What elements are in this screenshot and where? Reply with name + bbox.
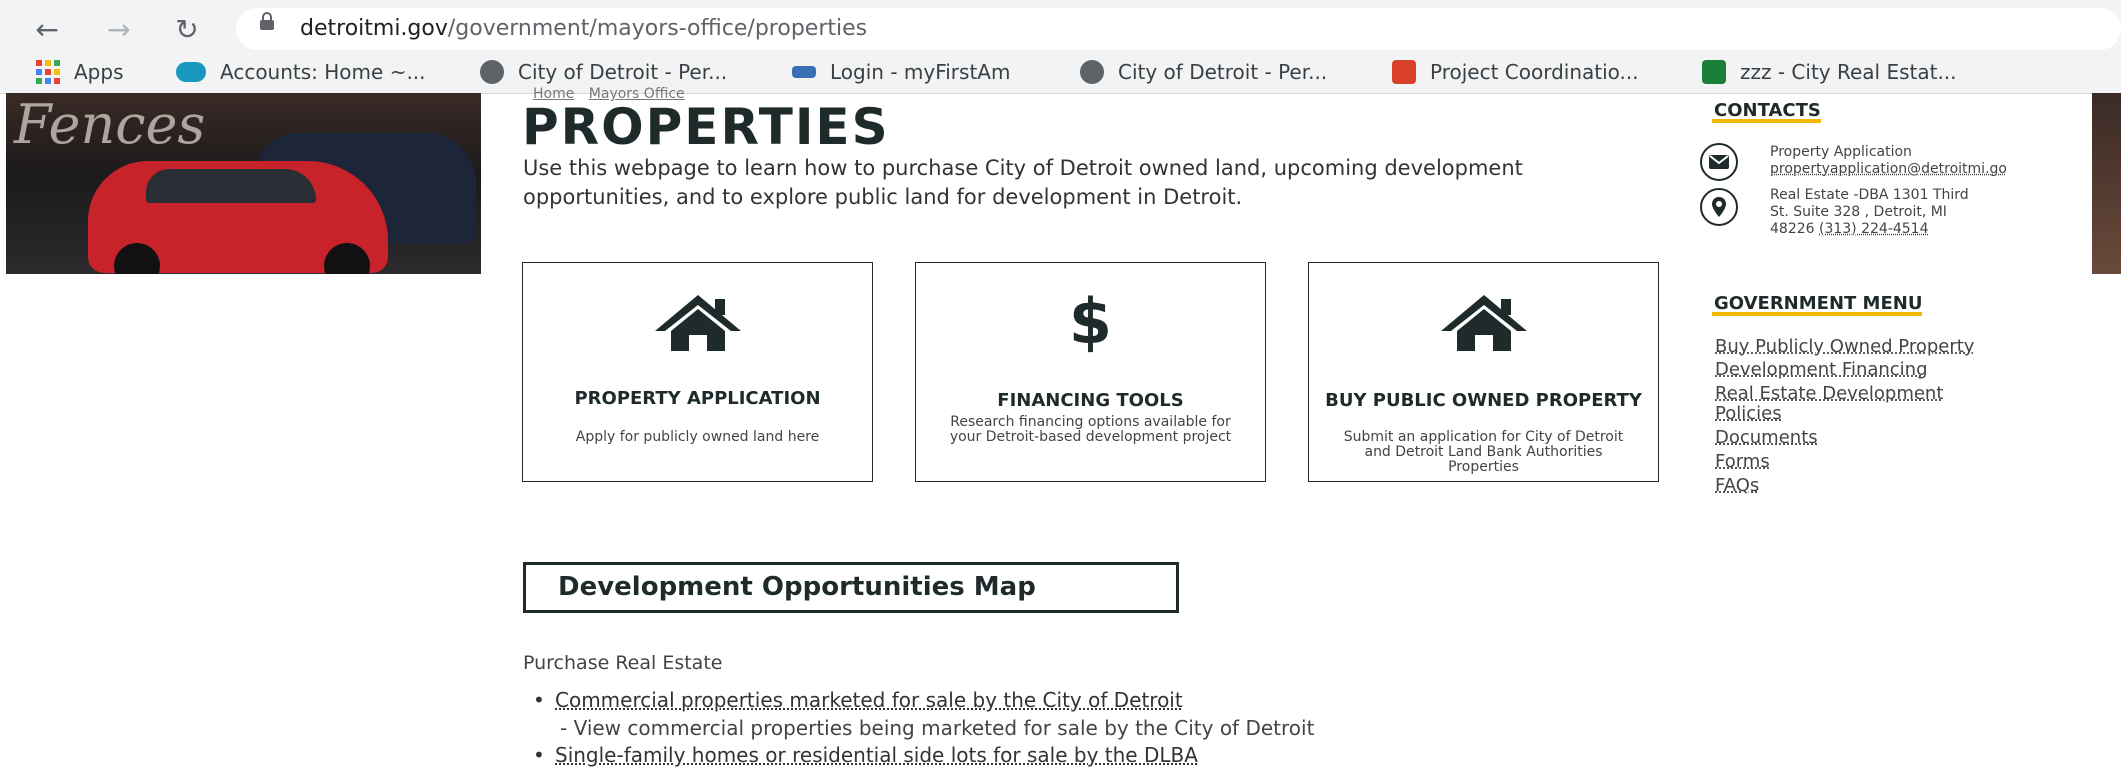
forward-arrow-icon[interactable]: → — [102, 12, 136, 46]
dollar-icon: $ — [1068, 285, 1113, 358]
apps-grid-icon — [36, 60, 60, 84]
bookmark-project-coordination[interactable]: Project Coordinatio... — [1392, 58, 1639, 86]
page-title: PROPERTIES — [522, 98, 890, 156]
card-description: Submit an application for City of Detroi… — [1343, 429, 1624, 475]
bookmark-city-of-detroit-1[interactable]: City of Detroit - Per... — [480, 58, 727, 86]
bookmarks-bar: Apps Accounts: Home ~... City of Detroit… — [0, 54, 2121, 90]
side-image — [2092, 93, 2121, 274]
link-commercial-properties[interactable]: Commercial properties marketed for sale … — [533, 688, 1183, 712]
card-title: FINANCING TOOLS — [997, 390, 1184, 411]
hero-image: Fences — [6, 93, 481, 274]
lock-icon — [260, 12, 274, 30]
card-description: Research financing options available for… — [949, 414, 1232, 445]
globe-icon — [480, 60, 504, 84]
browser-toolbar: ← → ↻ detroitmi.gov/government/mayors-of… — [0, 0, 2121, 94]
menu-faqs[interactable]: FAQs — [1715, 475, 1759, 496]
location-pin-icon — [1700, 188, 1738, 226]
menu-buy-publicly-owned-property[interactable]: Buy Publicly Owned Property — [1715, 336, 1974, 357]
card-property-application[interactable]: PROPERTY APPLICATION Apply for publicly … — [522, 262, 873, 482]
envelope-icon — [1700, 143, 1738, 181]
card-title: PROPERTY APPLICATION — [574, 388, 821, 409]
bookmark-city-real-estate[interactable]: zzz - City Real Estat... — [1702, 58, 1957, 86]
development-opportunities-map-button[interactable]: Development Opportunities Map — [523, 562, 1179, 613]
bookmark-apps[interactable]: Apps — [36, 58, 124, 86]
bookmark-myfirstam[interactable]: Login - myFirstAm — [792, 58, 1010, 86]
menu-documents[interactable]: Documents — [1715, 427, 1818, 448]
map-pin-icon — [1392, 60, 1416, 84]
reload-icon[interactable]: ↻ — [170, 12, 204, 46]
bookmark-accounts[interactable]: Accounts: Home ~... — [176, 58, 426, 86]
card-financing-tools[interactable]: $ FINANCING TOOLS Research financing opt… — [915, 262, 1266, 482]
bookmark-city-of-detroit-2[interactable]: City of Detroit - Per... — [1080, 58, 1327, 86]
page-intro: Use this webpage to learn how to purchas… — [523, 156, 1523, 209]
green-swirl-icon — [1702, 60, 1726, 84]
email-link[interactable]: propertyapplication@detroitmi.go — [1770, 161, 2007, 178]
purchase-heading: Purchase Real Estate — [523, 652, 723, 674]
house-icon — [1309, 291, 1658, 353]
eagle-icon — [792, 66, 816, 78]
menu-real-estate-development[interactable]: Real Estate Development — [1715, 383, 1943, 404]
phone-link[interactable]: (313) 224-4514 — [1819, 221, 1929, 237]
house-icon — [523, 291, 872, 353]
menu-development-financing[interactable]: Development Financing — [1715, 359, 1928, 380]
contacts-heading: CONTACTS — [1712, 100, 1821, 123]
address-bar[interactable]: detroitmi.gov/government/mayors-office/p… — [236, 8, 2121, 50]
menu-forms[interactable]: Forms — [1715, 451, 1770, 472]
government-menu-heading: GOVERNMENT MENU — [1711, 293, 1923, 316]
contact-address: Real Estate -DBA 1301 Third St. Suite 32… — [1770, 187, 1969, 237]
back-arrow-icon[interactable]: ← — [30, 12, 64, 46]
card-buy-public-owned-property[interactable]: BUY PUBLIC OWNED PROPERTY Submit an appl… — [1308, 262, 1659, 482]
url-text: detroitmi.gov/government/mayors-office/p… — [300, 16, 868, 41]
card-title: BUY PUBLIC OWNED PROPERTY — [1325, 390, 1642, 411]
contact-email: Property Application propertyapplication… — [1770, 144, 2007, 178]
globe-icon — [1080, 60, 1104, 84]
salesforce-cloud-icon — [176, 62, 206, 82]
link-single-family-homes[interactable]: Single-family homes or residential side … — [533, 743, 1198, 767]
menu-policies[interactable]: Policies — [1715, 403, 1782, 424]
card-description: Apply for publicly owned land here — [575, 429, 820, 445]
commercial-properties-description: - View commercial properties being marke… — [560, 716, 1315, 740]
